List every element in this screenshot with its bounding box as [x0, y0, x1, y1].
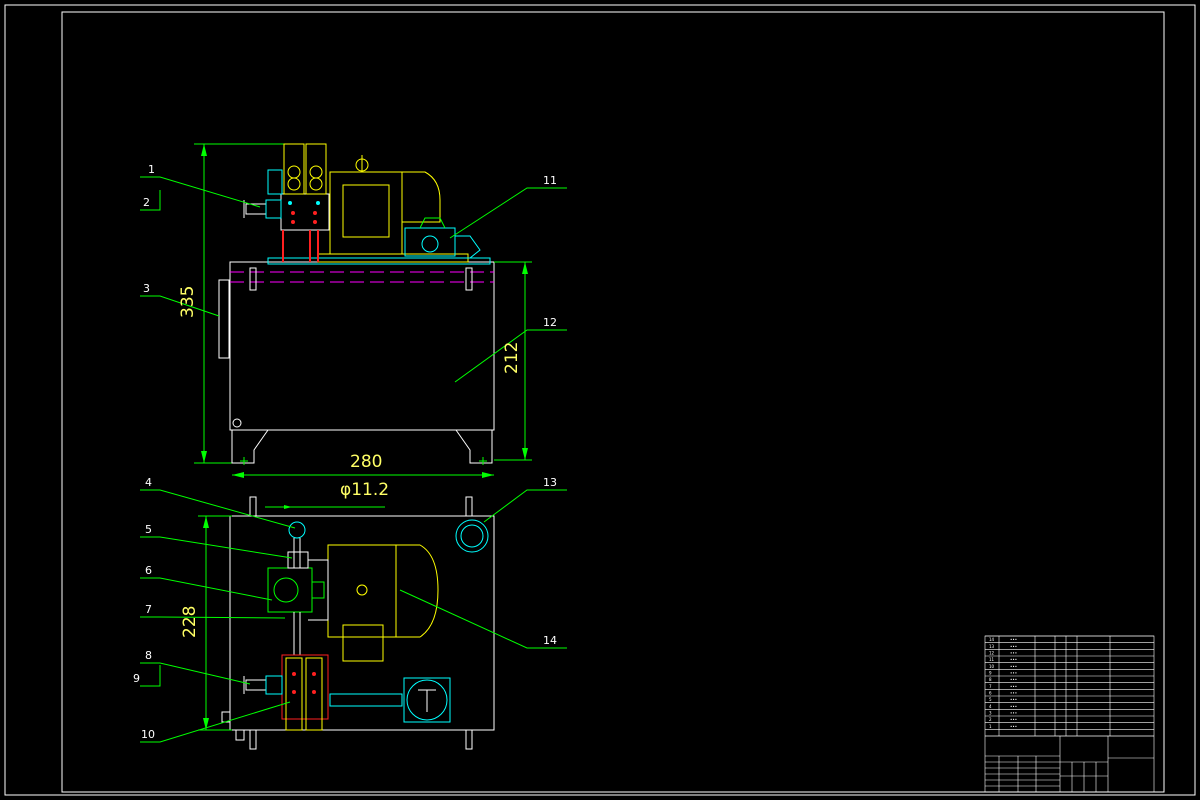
part-labels: 1 2 3 4 5 6 7 8 9 10 11 12 13 14 — [133, 163, 557, 741]
bom-row-number: 11 — [989, 657, 995, 662]
cad-canvas[interactable]: 1 2 3 4 5 6 7 8 9 10 11 12 13 14 335 212… — [0, 0, 1200, 800]
bom-row-number: 14 — [989, 637, 995, 642]
bom-row-cell: ••• — [1010, 691, 1017, 696]
bom-row-cell: ••• — [1010, 671, 1017, 676]
bom-row-number: 2 — [989, 717, 992, 722]
dim-335: 335 — [178, 286, 198, 318]
bom-row-cell: ••• — [1010, 704, 1017, 709]
part-label: 5 — [145, 523, 152, 536]
bom-row-cell: ••• — [1010, 724, 1017, 729]
bom-row-number: 3 — [989, 711, 992, 716]
part-label: 11 — [543, 174, 557, 187]
dim-212: 212 — [502, 342, 522, 374]
valve-block-top — [281, 654, 329, 720]
bom-row-number: 9 — [989, 671, 992, 676]
bom-row-number: 10 — [989, 664, 995, 669]
part-label: 12 — [543, 316, 557, 329]
bom-row-number: 12 — [989, 651, 995, 656]
part-label: 8 — [145, 649, 152, 662]
motor-front — [329, 171, 403, 255]
bom-row-cell: ••• — [1010, 684, 1017, 689]
part-label: 7 — [145, 603, 152, 616]
part-label: 13 — [543, 476, 557, 489]
title-block-text: 14 •••13 •••12 •••11 •••10 •••9 •••8 •••7 •••6 ••… — [989, 637, 1017, 729]
bom-row-number: 1 — [989, 724, 992, 729]
bom-row-cell: ••• — [1010, 711, 1017, 716]
dim-228: 228 — [180, 606, 200, 638]
bom-row-cell: ••• — [1010, 657, 1017, 662]
bom-row-number: 5 — [989, 697, 992, 702]
dim-280: 280 — [350, 452, 382, 472]
tank-top — [229, 515, 495, 731]
tank-body — [229, 261, 495, 431]
part-label: 3 — [143, 282, 150, 295]
dim-diameter: φ11.2 — [340, 480, 389, 500]
part-label: 14 — [543, 634, 557, 647]
bom-row-number: 8 — [989, 677, 992, 682]
front-view — [194, 143, 532, 478]
motor-top — [327, 544, 397, 638]
top-view — [198, 496, 495, 750]
bom-row-cell: ••• — [1010, 637, 1017, 642]
bom-row-cell: ••• — [1010, 644, 1017, 649]
bom-row-number: 4 — [989, 704, 992, 709]
part-label: 2 — [143, 196, 150, 209]
pump-top — [267, 567, 313, 613]
bom-row-cell: ••• — [1010, 717, 1017, 722]
part-label: 6 — [145, 564, 152, 577]
bom-row-number: 13 — [989, 644, 995, 649]
valve-block-front — [280, 193, 330, 231]
part-label: 10 — [141, 728, 155, 741]
bom-row-number: 7 — [989, 684, 992, 689]
part-label: 1 — [148, 163, 155, 176]
bom-row-cell: ••• — [1010, 664, 1017, 669]
part-label: 4 — [145, 476, 152, 489]
bom-row-cell: ••• — [1010, 697, 1017, 702]
bom-row-cell: ••• — [1010, 651, 1017, 656]
part-label: 9 — [133, 672, 140, 685]
bom-row-number: 6 — [989, 691, 992, 696]
bom-row-cell: ••• — [1010, 677, 1017, 682]
